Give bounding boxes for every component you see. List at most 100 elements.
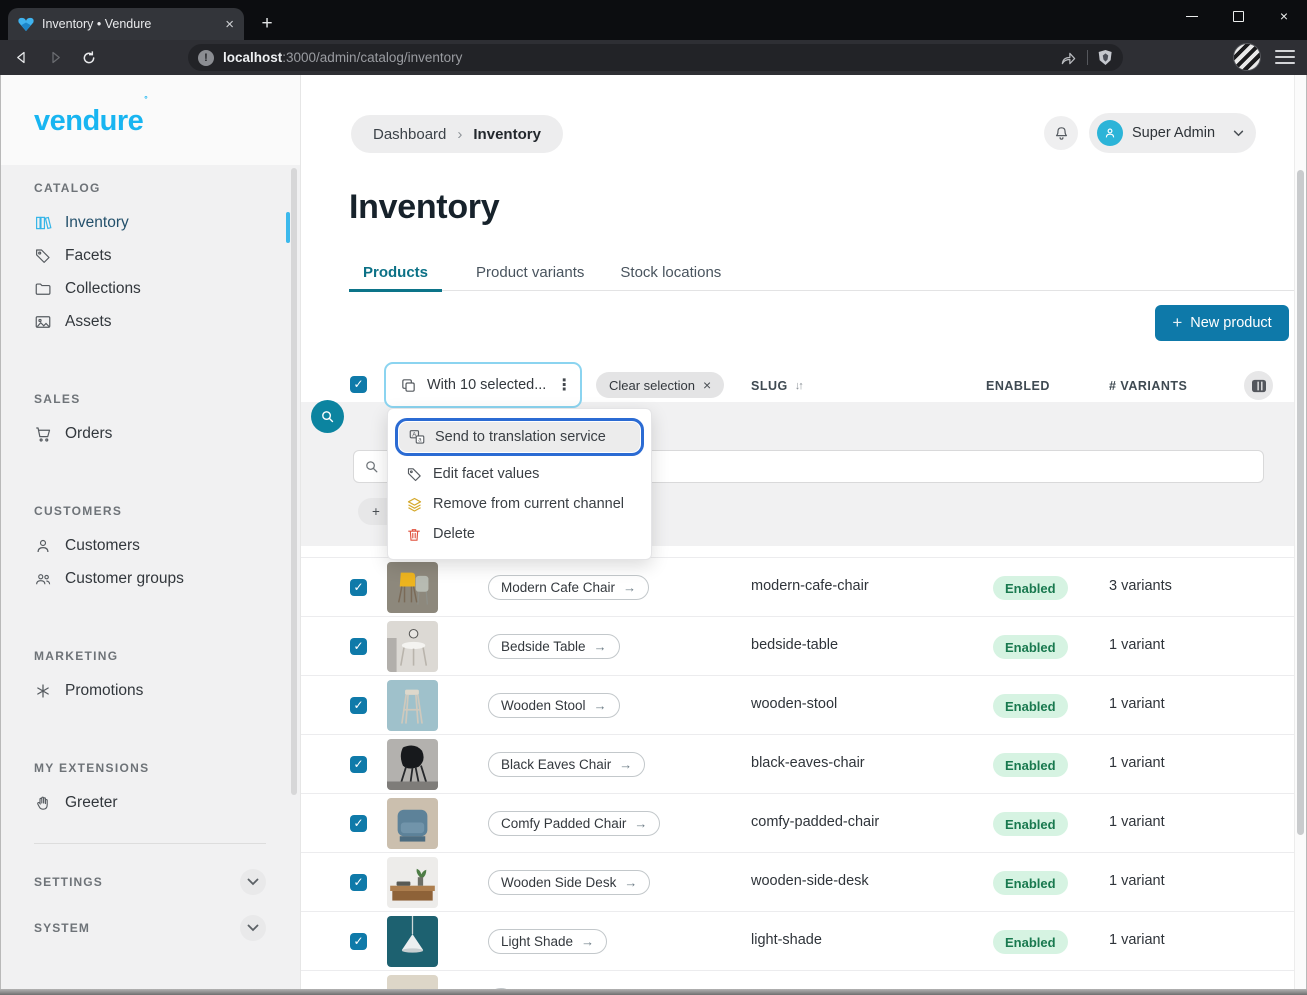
row-checkbox[interactable]: ✓ (350, 697, 367, 714)
product-slug: comfy-padded-chair (751, 814, 879, 830)
new-product-button[interactable]: + New product (1155, 305, 1289, 341)
new-tab-button[interactable]: + (256, 13, 278, 35)
row-checkbox[interactable]: ✓ (350, 933, 367, 950)
chevron-down-icon[interactable] (240, 915, 266, 941)
sidebar-item-facets[interactable]: Facets (34, 239, 266, 272)
brave-shield-icon[interactable] (1098, 49, 1113, 66)
status-badge: Enabled (993, 635, 1068, 659)
reload-button[interactable] (76, 45, 102, 71)
person-icon (34, 537, 52, 555)
browser-menu-icon[interactable] (1275, 48, 1295, 66)
product-name-link[interactable]: Comfy Padded Chair → (488, 811, 660, 836)
sidebar-scrollbar[interactable] (291, 168, 297, 795)
status-badge: Enabled (993, 694, 1068, 718)
product-name-link[interactable]: Light Shade → (488, 929, 607, 954)
sidebar-item-collections[interactable]: Collections (34, 272, 266, 305)
people-icon (34, 570, 52, 588)
vendure-logo[interactable]: vendure˚ (34, 105, 147, 138)
site-info-icon[interactable]: ! (198, 50, 214, 66)
tab-stock-locations[interactable]: Stock locations (618, 258, 723, 290)
select-all-checkbox[interactable]: ✓ (350, 376, 367, 393)
browser-toolbar: ! localhost:3000/admin/catalog/inventory (0, 40, 1307, 75)
bulk-actions-menu: Aa Send to translation service Edit face… (387, 408, 652, 560)
product-name-link[interactable]: Bedside Table → (488, 634, 620, 659)
url-host: localhost (223, 50, 282, 65)
clear-selection-button[interactable]: Clear selection × (596, 372, 724, 398)
menu-item-delete[interactable]: Delete (388, 519, 651, 549)
product-thumbnail (387, 562, 438, 613)
chevron-down-icon[interactable] (240, 869, 266, 895)
search-toggle-button[interactable] (311, 400, 344, 433)
back-button[interactable] (8, 45, 34, 71)
breadcrumb-separator-icon: › (457, 126, 462, 143)
variant-count: 1 variant (1109, 637, 1165, 653)
status-badge: Enabled (993, 871, 1068, 895)
browser-tab[interactable]: Inventory • Vendure × (8, 8, 244, 40)
sidebar-item-assets[interactable]: Assets (34, 305, 266, 338)
sidebar-nav: CATALOG Inventory Facets Collections (1, 165, 300, 995)
table-row: ✓ Wooden Stool → wooden-stool Enabled 1 … (301, 675, 1297, 734)
page-scrollbar[interactable] (1294, 75, 1306, 995)
share-icon[interactable] (1060, 50, 1077, 65)
scrollbar-thumb[interactable] (1297, 170, 1304, 835)
cart-icon (34, 425, 52, 443)
variant-count: 1 variant (1109, 814, 1165, 830)
bulk-actions-button[interactable]: With 10 selected... ⋮ (384, 362, 582, 408)
chevron-down-icon (1233, 130, 1244, 137)
profile-avatar[interactable] (1233, 43, 1261, 71)
page-tabs: Products Product variants Stock location… (349, 258, 1295, 291)
plus-icon: + (372, 504, 380, 519)
sidebar-item-customer-groups[interactable]: Customer groups (34, 562, 266, 595)
forward-button[interactable] (42, 45, 68, 71)
row-checkbox[interactable]: ✓ (350, 874, 367, 891)
minimize-button[interactable] (1169, 0, 1215, 32)
user-menu[interactable]: Super Admin (1089, 113, 1256, 153)
product-name-link[interactable]: Modern Cafe Chair → (488, 575, 649, 600)
sidebar-section-catalog: CATALOG Inventory Facets Collections (34, 181, 266, 338)
row-checkbox[interactable]: ✓ (350, 638, 367, 655)
close-button[interactable]: × (1261, 0, 1307, 32)
product-thumbnail (387, 621, 438, 672)
menu-item-send-to-translation[interactable]: Aa Send to translation service (399, 422, 640, 452)
column-header-slug[interactable]: SLUG ↓↑ (751, 379, 802, 393)
tab-product-variants[interactable]: Product variants (474, 258, 586, 290)
sidebar-item-greeter[interactable]: Greeter (34, 786, 266, 819)
sidebar-section-settings[interactable]: SETTINGS (34, 868, 266, 896)
maximize-button[interactable] (1215, 0, 1261, 32)
sidebar-section-system[interactable]: SYSTEM (34, 914, 266, 942)
tab-strip: Inventory • Vendure × + × (0, 0, 1307, 40)
menu-item-remove-from-channel[interactable]: Remove from current channel (388, 489, 651, 519)
variant-count: 1 variant (1109, 696, 1165, 712)
row-checkbox[interactable]: ✓ (350, 756, 367, 773)
library-icon (34, 214, 52, 232)
product-name-link[interactable]: Black Eaves Chair → (488, 752, 645, 777)
sort-icon: ↓↑ (795, 380, 802, 392)
product-name-link[interactable]: Wooden Side Desk → (488, 870, 650, 895)
row-checkbox[interactable]: ✓ (350, 579, 367, 596)
sidebar-item-inventory[interactable]: Inventory (34, 206, 266, 239)
image-icon (34, 313, 52, 331)
arrow-right-icon: → (594, 698, 607, 713)
tab-close-icon[interactable]: × (225, 17, 234, 32)
product-name-link[interactable]: Wooden Stool → (488, 693, 620, 718)
sidebar-item-customers[interactable]: Customers (34, 529, 266, 562)
sidebar: vendure˚ CATALOG Inventory Facets (1, 75, 301, 995)
close-icon: × (703, 377, 711, 393)
menu-item-edit-facet-values[interactable]: Edit facet values (388, 459, 651, 489)
breadcrumb-dashboard[interactable]: Dashboard (373, 126, 446, 143)
column-settings-button[interactable] (1244, 371, 1273, 400)
product-slug: bedside-table (751, 637, 838, 653)
breadcrumb: Dashboard › Inventory (351, 115, 563, 153)
sidebar-section-marketing: MARKETING Promotions (34, 649, 266, 707)
table-row: ✓ Black Eaves Chair → black-eaves-chair … (301, 734, 1297, 793)
notifications-button[interactable] (1044, 116, 1078, 150)
row-checkbox[interactable]: ✓ (350, 815, 367, 832)
product-table-body: ✓ Modern Cafe Chair → modern-cafe-chair … (301, 557, 1297, 995)
sidebar-item-orders[interactable]: Orders (34, 417, 266, 450)
status-badge: Enabled (993, 930, 1068, 954)
url-bar[interactable]: ! localhost:3000/admin/catalog/inventory (188, 44, 1123, 71)
sidebar-item-promotions[interactable]: Promotions (34, 674, 266, 707)
product-thumbnail (387, 857, 438, 908)
tab-products[interactable]: Products (349, 258, 442, 292)
variant-count: 1 variant (1109, 755, 1165, 771)
